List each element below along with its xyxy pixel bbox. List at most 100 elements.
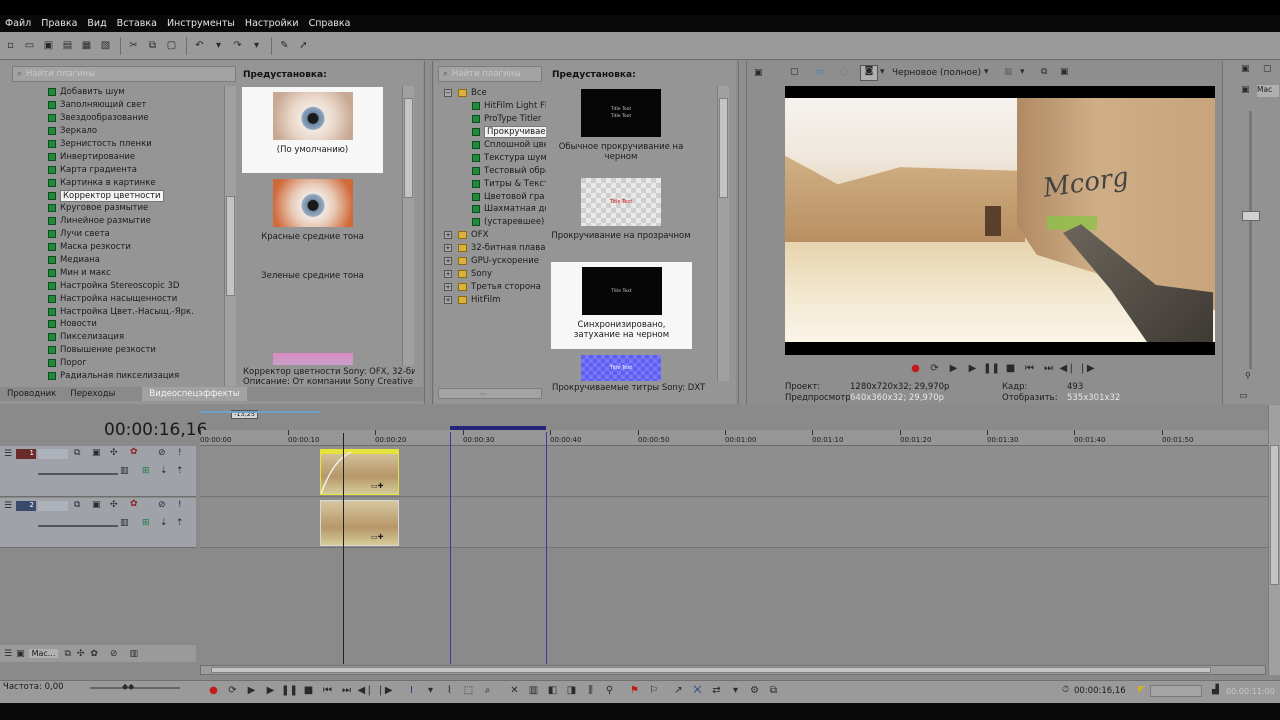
tree-group[interactable]: + HitFilm: [444, 293, 546, 306]
list-item[interactable]: HitFilm Light Fla: [444, 100, 546, 113]
ripple-dropdown-icon[interactable]: ▾: [726, 685, 745, 696]
track-name-field[interactable]: [38, 501, 68, 511]
list-item[interactable]: Зернистость пленки: [48, 138, 228, 151]
preset-scrollbar[interactable]: [402, 86, 414, 366]
generator-preset-scrollbar[interactable]: [717, 86, 729, 381]
track-menu-icon[interactable]: ☰: [4, 449, 12, 459]
play-from-start-icon[interactable]: ▶: [242, 685, 261, 696]
solo-icon[interactable]: !: [178, 448, 182, 458]
track-lane-1[interactable]: ▭✚: [200, 446, 1268, 497]
compositing-parent-icon[interactable]: ⇡: [176, 518, 184, 528]
track-name-field[interactable]: [38, 449, 68, 459]
stop-icon[interactable]: ■: [299, 685, 318, 696]
preview-settings-icon[interactable]: ▣: [754, 68, 763, 78]
selection-tool-icon[interactable]: ⬚: [459, 685, 478, 696]
undo-icon[interactable]: ↶: [191, 37, 208, 54]
copy-icon[interactable]: ⧉: [144, 37, 161, 54]
pause-icon[interactable]: ❚❚: [280, 685, 299, 696]
trim-icon[interactable]: ▥: [524, 685, 543, 696]
overlay-icon[interactable]: ▦: [1004, 67, 1013, 77]
ignore-grouping-icon[interactable]: ⧉: [764, 685, 783, 696]
compositing-child-icon[interactable]: ⇣: [160, 518, 168, 528]
preview-quality[interactable]: Черновое (полное): [892, 68, 981, 78]
list-item[interactable]: Медиана: [48, 254, 228, 267]
preset-default[interactable]: (По умолчанию): [242, 87, 383, 173]
scroll-thumb[interactable]: [226, 196, 235, 296]
copy-snapshot-icon[interactable]: ⧉: [1041, 67, 1047, 77]
fx-search-input[interactable]: ⌕ Найти плагины: [12, 66, 236, 82]
preview-mode-dropdown-icon[interactable]: ▾: [880, 67, 885, 77]
preset-partial[interactable]: [242, 353, 383, 365]
video-clip[interactable]: ▭✚: [320, 500, 399, 546]
tree-group[interactable]: + GPU-ускорение: [444, 255, 546, 268]
expand-icon[interactable]: +: [444, 295, 452, 304]
list-item[interactable]: Настройка Цвет.-Насыщ.-Ярк.: [48, 305, 228, 318]
expand-icon[interactable]: +: [444, 231, 452, 240]
list-item[interactable]: Круговое размытие: [48, 202, 228, 215]
motion-icon[interactable]: ✣: [110, 500, 118, 510]
auto-crossfade-icon[interactable]: ⨉: [688, 685, 707, 696]
new-icon[interactable]: ▫: [2, 37, 19, 54]
go-to-end-icon[interactable]: ⏭: [1039, 363, 1058, 374]
automation-icon[interactable]: ⧉: [74, 448, 80, 458]
play-icon[interactable]: ▶: [261, 685, 280, 696]
fx-chain-icon[interactable]: ◌: [840, 67, 848, 77]
lock-icon[interactable]: ⚲: [1245, 371, 1251, 380]
prev-frame-icon[interactable]: ◀❘: [356, 685, 375, 696]
list-item[interactable]: Настройка Stereoscopic 3D: [48, 279, 228, 292]
ripple-edit-icon[interactable]: ⇄: [707, 685, 726, 696]
lock-envelopes-icon[interactable]: ⚙: [745, 685, 764, 696]
list-item[interactable]: Карта градиента: [48, 163, 228, 176]
track-menu-icon[interactable]: ☰: [4, 501, 12, 511]
expand-icon[interactable]: +: [444, 257, 452, 266]
tree-group[interactable]: +32-битная плаваю: [444, 242, 546, 255]
list-item[interactable]: Линейное размытие: [48, 215, 228, 228]
save-snapshot-icon[interactable]: ▣: [1060, 67, 1069, 77]
empty-track-area[interactable]: [200, 549, 1268, 643]
scroll-thumb[interactable]: [404, 98, 413, 198]
clip-fx-icon[interactable]: ▭✚: [371, 482, 383, 490]
record-icon[interactable]: ●: [204, 685, 223, 696]
track-header-1[interactable]: ☰ 1 ⧉ ▣ ✣ ✿ ⊘ ! ▥ ⊞ ⇣ ⇡: [0, 446, 196, 497]
scroll-thumb[interactable]: [211, 667, 1211, 673]
list-item-selected[interactable]: Прокручиваем: [444, 126, 546, 139]
prev-frame-icon[interactable]: ◀❘: [1058, 363, 1077, 374]
tree-group[interactable]: + Sony: [444, 267, 546, 280]
tab-explorer[interactable]: Проводник: [0, 387, 63, 401]
play-icon[interactable]: ▶: [963, 363, 982, 374]
scroll-thumb[interactable]: [1270, 445, 1279, 585]
expand-icon[interactable]: +: [444, 282, 452, 291]
tab-video-fx[interactable]: Видеоспецэффекты: [142, 387, 247, 401]
track-lane-2[interactable]: ▭✚: [200, 498, 1268, 548]
compositing-parent-icon[interactable]: ⇡: [176, 466, 184, 476]
track-menu-icon[interactable]: ☰: [4, 649, 12, 659]
track-fx-icon[interactable]: ✿: [130, 447, 138, 457]
menu-file[interactable]: Файл: [0, 18, 36, 29]
slider-handle-icon[interactable]: ▥: [120, 518, 129, 528]
save-as-icon[interactable]: ▤: [59, 37, 76, 54]
generator-search-input[interactable]: ⌕ Найти плагины: [438, 66, 542, 82]
paste-icon[interactable]: ▢: [163, 37, 180, 54]
mute-icon[interactable]: ⊘: [158, 500, 166, 510]
scroll-thumb[interactable]: [719, 98, 728, 198]
envelope-tool-icon[interactable]: ⌇: [440, 685, 459, 696]
list-item[interactable]: Зеркало: [48, 125, 228, 138]
automation-icon[interactable]: ⧉: [64, 649, 70, 659]
dock-icon[interactable]: ▢: [1263, 64, 1272, 74]
render-icon[interactable]: ▦: [78, 37, 95, 54]
list-item[interactable]: Цветовой гра: [444, 190, 546, 203]
timeline-hscrollbar[interactable]: [200, 665, 1266, 675]
menu-settings[interactable]: Настройки: [240, 18, 304, 29]
clip-fx-icon[interactable]: ▭✚: [371, 533, 383, 541]
redo-dropdown-icon[interactable]: ▾: [248, 37, 265, 54]
list-item[interactable]: Инвертирование: [48, 150, 228, 163]
list-item[interactable]: Повышение резкости: [48, 344, 228, 357]
composite-icon[interactable]: ▣: [92, 500, 101, 510]
undo-dropdown-icon[interactable]: ▾: [210, 37, 227, 54]
collapse-icon[interactable]: −: [444, 89, 452, 98]
slider-handle-icon[interactable]: ▥: [120, 466, 129, 476]
panel-splitter[interactable]: [738, 61, 747, 404]
list-item[interactable]: Пикселизация: [48, 331, 228, 344]
overlay-dropdown-icon[interactable]: ▾: [1020, 67, 1025, 77]
normal-edit-tool-icon[interactable]: I: [402, 685, 421, 696]
